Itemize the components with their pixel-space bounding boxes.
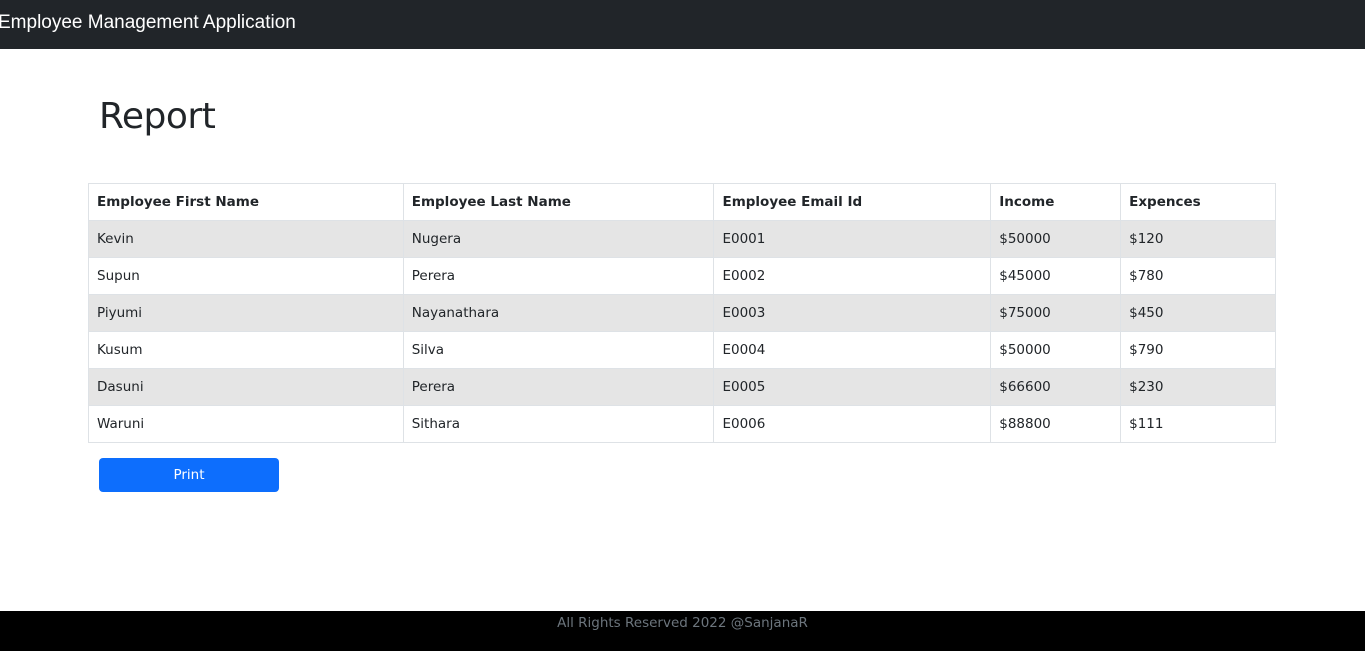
- cell-last-name: Silva: [402, 331, 715, 369]
- table-row: Waruni Sithara E0006 $88800 $111: [88, 405, 1276, 443]
- cell-income: $88800: [990, 405, 1122, 443]
- report-table: Employee First Name Employee Last Name E…: [88, 183, 1276, 443]
- cell-expences: $450: [1120, 294, 1276, 332]
- cell-expences: $120: [1120, 220, 1276, 258]
- cell-last-name: Perera: [402, 257, 715, 295]
- cell-last-name: Nugera: [402, 220, 715, 258]
- column-header-income: Income: [990, 183, 1122, 221]
- cell-first-name: Supun: [88, 257, 404, 295]
- cell-expences: $790: [1120, 331, 1276, 369]
- cell-email-id: E0006: [713, 405, 992, 443]
- cell-expences: $111: [1120, 405, 1276, 443]
- cell-first-name: Waruni: [88, 405, 404, 443]
- cell-expences: $230: [1120, 368, 1276, 406]
- cell-expences: $780: [1120, 257, 1276, 295]
- cell-first-name: Kevin: [88, 220, 404, 258]
- print-button[interactable]: Print: [99, 458, 279, 492]
- column-header-expences: Expences: [1120, 183, 1276, 221]
- footer-copyright: All Rights Reserved 2022 @SanjanaR: [557, 615, 808, 631]
- footer: All Rights Reserved 2022 @SanjanaR: [0, 611, 1365, 651]
- page-title: Report: [99, 96, 216, 137]
- cell-email-id: E0003: [713, 294, 992, 332]
- cell-income: $75000: [990, 294, 1122, 332]
- table-header-row: Employee First Name Employee Last Name E…: [88, 183, 1276, 221]
- cell-income: $45000: [990, 257, 1122, 295]
- cell-first-name: Kusum: [88, 331, 404, 369]
- cell-email-id: E0004: [713, 331, 992, 369]
- column-header-email-id: Employee Email Id: [713, 183, 992, 221]
- table-row: Kevin Nugera E0001 $50000 $120: [88, 220, 1276, 258]
- cell-income: $66600: [990, 368, 1122, 406]
- navbar: Employee Management Application: [0, 0, 1365, 49]
- table-row: Kusum Silva E0004 $50000 $790: [88, 331, 1276, 369]
- cell-income: $50000: [990, 220, 1122, 258]
- cell-email-id: E0002: [713, 257, 992, 295]
- cell-email-id: E0005: [713, 368, 992, 406]
- cell-first-name: Piyumi: [88, 294, 404, 332]
- column-header-last-name: Employee Last Name: [402, 183, 715, 221]
- table-row: Dasuni Perera E0005 $66600 $230: [88, 368, 1276, 406]
- cell-last-name: Sithara: [402, 405, 715, 443]
- column-header-first-name: Employee First Name: [88, 183, 404, 221]
- cell-email-id: E0001: [713, 220, 992, 258]
- table-row: Supun Perera E0002 $45000 $780: [88, 257, 1276, 295]
- cell-last-name: Perera: [402, 368, 715, 406]
- navbar-brand[interactable]: Employee Management Application: [0, 12, 296, 34]
- cell-first-name: Dasuni: [88, 368, 404, 406]
- cell-income: $50000: [990, 331, 1122, 369]
- cell-last-name: Nayanathara: [402, 294, 715, 332]
- table-row: Piyumi Nayanathara E0003 $75000 $450: [88, 294, 1276, 332]
